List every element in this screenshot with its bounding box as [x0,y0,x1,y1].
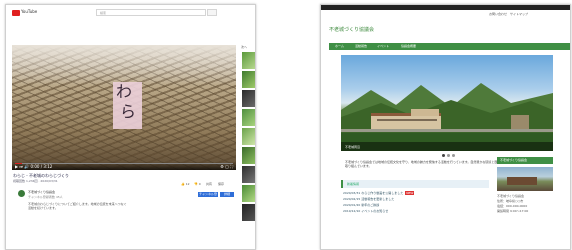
subscribe-button[interactable]: チャンネル登録 [198,192,218,201]
council-site-window: お問い合わせ サイトマップ 不老城づくり協議会 ホーム 活動報告 イベント 協議… [320,4,571,250]
dislike-button[interactable]: 👎 0 [194,182,201,186]
search-input[interactable]: 検索 [96,9,206,16]
nav-item-events[interactable]: イベント [377,44,389,49]
recommended-thumb[interactable] [242,204,255,221]
news-item[interactable]: 2019/12/10 イベントのお知らせ [343,209,388,213]
video-player[interactable]: わ ら ▶ ⏭ 🔊 0:00 / 3:12 ⚙ ▢ ⛶ [12,45,236,170]
sidebar-line: 電話：000-000-0000 [497,204,528,208]
details-button[interactable]: 詳細 [220,192,234,197]
play-logo-icon[interactable] [12,10,20,16]
recommended-thumb[interactable] [242,128,255,145]
save-button[interactable]: 保存 [218,182,224,186]
slider-dot[interactable] [452,154,455,157]
global-nav: ホーム 活動報告 イベント 協議会概要 [329,43,570,50]
site-title[interactable]: 不老城づくり協議会 [329,26,374,33]
player-controls-right[interactable]: ⚙ ▢ ⛶ [220,165,233,169]
sidebar-heading: 不老城づくり協議会 [497,157,553,164]
title-char: ら [120,102,137,121]
search-button[interactable] [207,9,217,16]
title-card: わ ら [113,82,142,129]
news-heading: 新着情報 [341,180,489,188]
nav-item-activity[interactable]: 活動報告 [355,44,367,49]
recommended-thumb[interactable] [242,109,255,126]
news-item[interactable]: 2020/01/20 新年のご挨拶 [343,203,379,207]
recommended-thumb[interactable] [242,52,255,69]
channel-name[interactable]: 不老城づくり協議会 [28,190,55,194]
recommended-thumb[interactable] [242,90,255,107]
mountain-landscape [341,83,553,151]
channel-avatar[interactable] [18,190,25,197]
header-links[interactable]: お問い合わせ サイトマップ [489,12,528,16]
top-bar: YouTube 検索 [6,5,255,19]
recommended-thumb[interactable] [242,166,255,183]
like-button[interactable]: 👍 12 [181,182,190,186]
share-button[interactable]: 共有 [206,182,212,186]
recommended-thumb[interactable] [242,71,255,88]
player-controls-left[interactable]: ▶ ⏭ 🔊 0:00 / 3:12 [15,165,52,169]
sidebar-line: 不老城づくり協議会 [497,194,525,198]
sidebar-line: 開館時間 9:00〜17:00 [497,209,529,213]
news-item[interactable]: 2020/02/15 活動報告を更新しました [343,197,394,201]
hero-caption: 不老城周辺 [345,145,361,149]
slider-dot[interactable] [442,154,445,157]
video-meta: 視聴回数 1,234回 · 2020/03/31 [13,179,58,183]
up-next-label: 次へ [241,45,248,49]
recommended-thumb[interactable] [242,147,255,164]
nav-item-about[interactable]: 協議会概要 [401,44,416,49]
sidebar-image[interactable] [497,167,553,191]
video-page-window: YouTube 検索 わ ら ▶ ⏭ 🔊 0:00 / 3:12 ⚙ ▢ ⛶ 次… [5,4,256,250]
title-char: わ [116,82,133,101]
slider-dot[interactable] [447,154,450,157]
hero-image[interactable]: 不老城周辺 [341,55,553,151]
top-bar [321,5,570,10]
news-item[interactable]: 2020/03/31 わらじ作り動画を公開しました NEW [343,191,415,195]
new-badge: NEW [405,191,415,195]
video-description: 不老城のわらじづくりについてご紹介します。地域の伝統を未来へつなぐ活動を続けてい… [28,202,127,210]
channel-subscribers: チャンネル登録者数 45人 [28,195,63,199]
nav-item-home[interactable]: ホーム [335,44,344,49]
recommended-thumb[interactable] [242,185,255,202]
logo-text[interactable]: YouTube [21,9,37,14]
sidebar-line: 住所：岐阜県○○市 [497,199,524,203]
